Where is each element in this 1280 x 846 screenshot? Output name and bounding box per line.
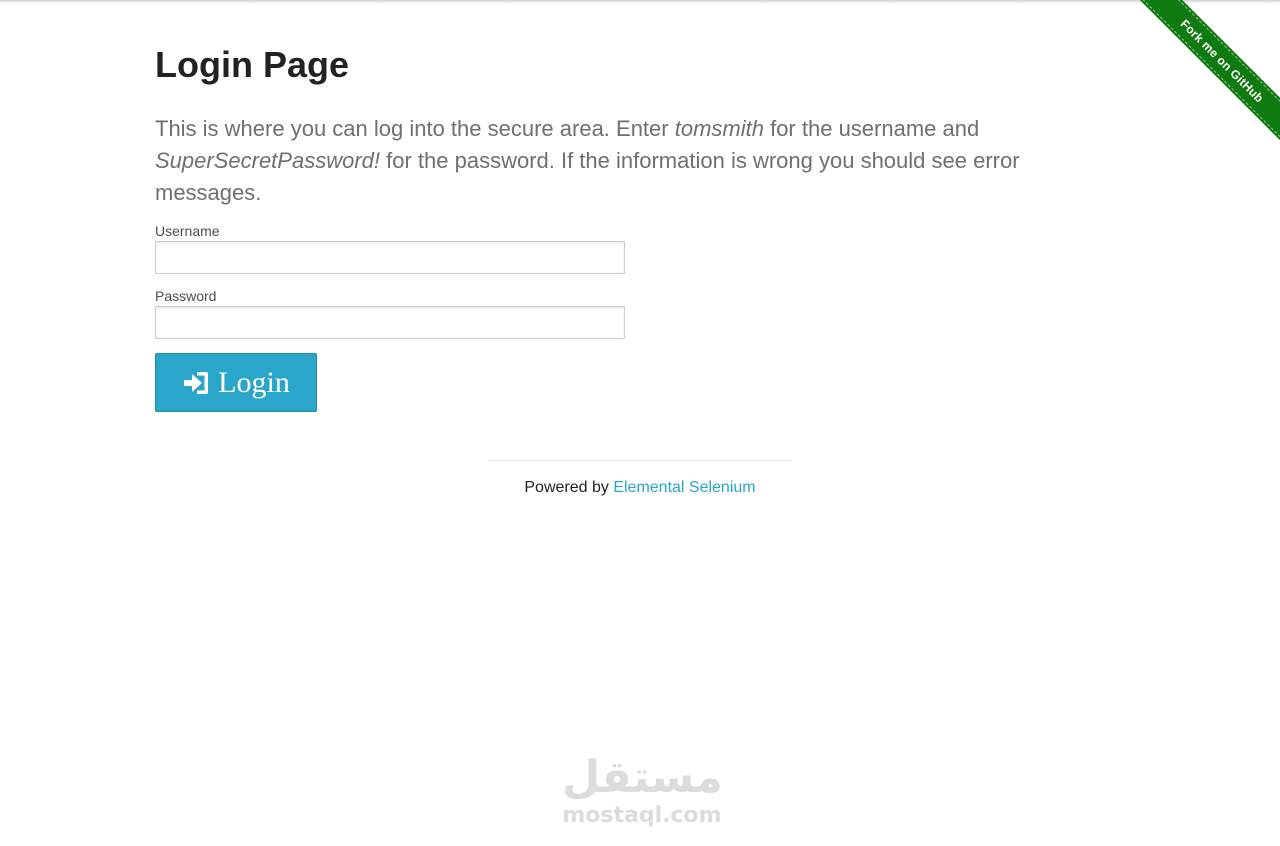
username-input[interactable] <box>155 241 625 274</box>
intro-part-2: for the username and <box>763 116 980 141</box>
watermark-latin: mostaql.com <box>562 803 722 828</box>
sign-in-icon <box>182 370 210 396</box>
login-button-label: Login <box>218 365 290 399</box>
top-shadow <box>0 0 1280 4</box>
username-field-group: Username <box>155 223 625 274</box>
mostaql-watermark: مستقل mostaql.com <box>562 752 723 828</box>
main-content: Login Page This is where you can log int… <box>155 43 1085 412</box>
page-title: Login Page <box>155 44 350 85</box>
password-label: Password <box>155 288 217 304</box>
intro-text: This is where you can log into the secur… <box>155 113 1085 209</box>
password-input[interactable] <box>155 306 625 339</box>
github-ribbon-container: Fork me on GitHub <box>1130 0 1280 150</box>
password-field-group: Password <box>155 288 625 339</box>
elemental-selenium-link[interactable]: Elemental Selenium <box>613 479 755 496</box>
login-button[interactable]: Login <box>155 353 317 412</box>
watermark-arabic: مستقل <box>562 752 723 803</box>
intro-part-1: This is where you can log into the secur… <box>155 116 675 141</box>
fork-me-github-ribbon[interactable]: Fork me on GitHub <box>1142 0 1280 141</box>
page-footer: Powered by Elemental Selenium <box>488 460 792 497</box>
password-hint: SuperSecretPassword! <box>155 148 380 173</box>
username-label: Username <box>155 223 220 239</box>
login-form: Username Password Login <box>155 223 1085 412</box>
username-hint: tomsmith <box>674 116 764 141</box>
footer-prefix: Powered by <box>524 479 614 496</box>
